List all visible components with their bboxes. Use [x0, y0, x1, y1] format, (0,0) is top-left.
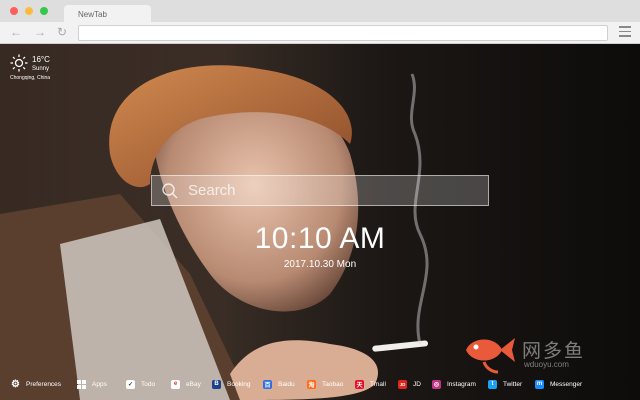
sun-icon: [10, 54, 28, 72]
shortcut-taobao[interactable]: 淘 Taobao: [307, 378, 343, 390]
gear-icon: ⚙: [11, 378, 20, 390]
watermark-url: wduoyu.com: [524, 360, 569, 369]
search-icon[interactable]: [161, 182, 179, 200]
menu-icon[interactable]: [619, 26, 631, 38]
maximize-window-button[interactable]: [40, 7, 48, 15]
shortcut-label: Baidu: [278, 380, 295, 388]
shortcut-preferences[interactable]: ⚙ Preferences: [11, 378, 61, 390]
weather-condition: Sunny: [32, 66, 50, 72]
shortcut-todo[interactable]: ✓ Todo: [126, 378, 155, 390]
search-box[interactable]: [151, 175, 489, 206]
weather-location: Chongqing, China: [10, 75, 51, 81]
shortcut-baidu[interactable]: 百 Baidu: [263, 378, 295, 390]
browser-tab-bar: NewTab: [0, 0, 640, 22]
clock-time: 10:10 AM: [254, 222, 386, 255]
shortcut-messenger[interactable]: m Messenger: [535, 378, 582, 390]
search-input[interactable]: [188, 176, 484, 205]
shortcut-label: Tmall: [370, 380, 386, 388]
grid-icon: [77, 379, 86, 389]
shortcut-label: eBay: [186, 380, 201, 388]
browser-tab[interactable]: NewTab: [64, 5, 151, 22]
shortcut-tmall[interactable]: 天 Tmall: [355, 378, 386, 390]
back-button[interactable]: ←: [10, 25, 22, 39]
watermark-text: 网多鱼: [522, 341, 586, 362]
shortcut-booking[interactable]: B Booking: [212, 378, 251, 390]
tab-title: NewTab: [78, 10, 107, 19]
booking-icon: B: [212, 379, 221, 389]
twitter-icon: t: [488, 379, 497, 389]
reload-button[interactable]: ↻: [57, 25, 67, 39]
fish-logo-icon: [466, 338, 515, 374]
checkbox-icon: ✓: [126, 379, 135, 389]
forward-button[interactable]: →: [34, 25, 46, 39]
shortcut-twitter[interactable]: t Twitter: [488, 378, 522, 390]
ebay-icon: e: [171, 379, 180, 389]
shortcut-label: Messenger: [550, 380, 583, 388]
shortcut-label: Booking: [227, 380, 251, 388]
shortcut-jd[interactable]: JD JD: [398, 378, 421, 390]
minimize-window-button[interactable]: [25, 7, 33, 15]
baidu-icon: 百: [263, 379, 272, 389]
close-window-button[interactable]: [10, 7, 18, 15]
shortcut-label: Preferences: [26, 380, 62, 388]
browser-toolbar: ← → ↻: [0, 22, 640, 44]
tmall-icon: 天: [355, 379, 364, 389]
shortcut-label: Twitter: [503, 380, 523, 388]
shortcut-instagram[interactable]: ◎ Instagram: [432, 378, 476, 390]
shortcut-label: JD: [413, 380, 421, 388]
shortcut-label: Instagram: [447, 380, 476, 388]
taobao-icon: 淘: [307, 379, 316, 389]
shortcut-apps[interactable]: Apps: [77, 378, 107, 390]
temperature: 16°C: [32, 55, 50, 64]
instagram-icon: ◎: [432, 379, 441, 389]
shortcut-label: Apps: [92, 380, 107, 388]
shortcut-label: Taobao: [322, 380, 344, 388]
messenger-icon: m: [535, 379, 544, 389]
address-bar[interactable]: [78, 25, 608, 41]
shortcut-ebay[interactable]: e eBay: [171, 378, 201, 390]
shortcut-label: Todo: [141, 380, 156, 388]
clock-date: 2017.10.30 Mon: [283, 259, 357, 270]
bottom-shortcut-bar: ⚙ Preferences Apps ✓ Todo e eBay B Booki…: [0, 374, 640, 394]
jd-icon: JD: [398, 379, 407, 389]
